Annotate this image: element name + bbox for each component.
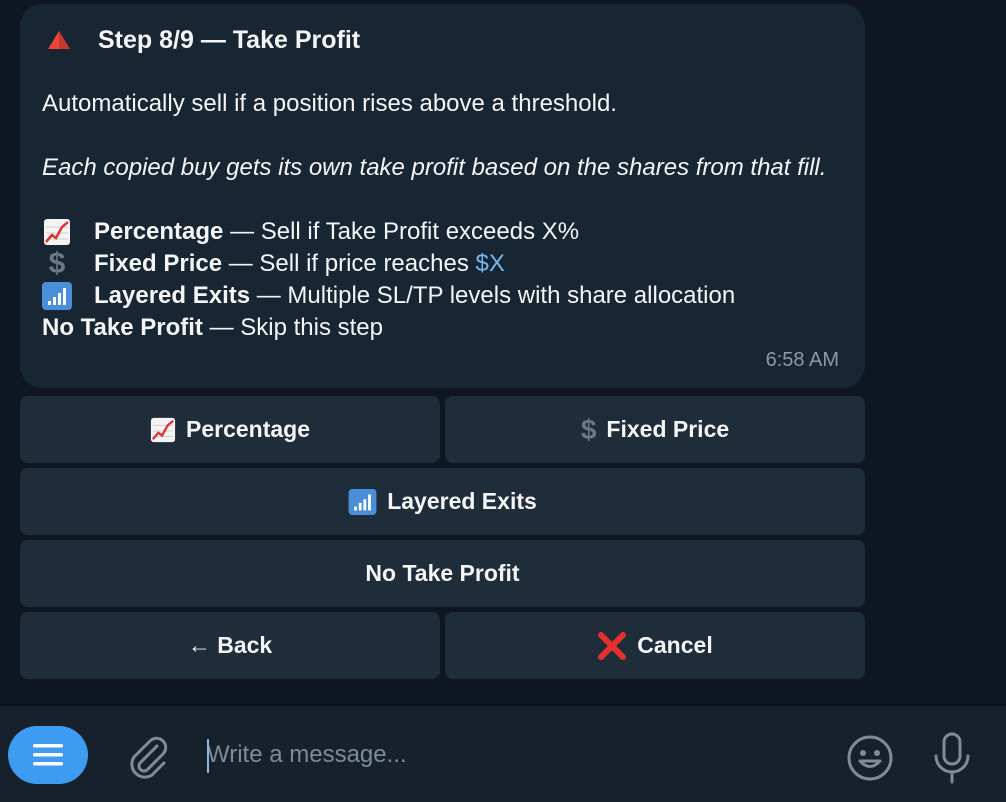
message-time: 6:58 AM <box>765 349 839 371</box>
option-desc: — Sell if Take Profit exceeds X% <box>223 218 580 245</box>
chat-area: Step 8/9 — Take Profit Automatically sel… <box>0 0 1006 704</box>
price-link[interactable]: $X <box>476 248 505 280</box>
layered-exits-button[interactable]: Layered Exits <box>20 468 865 535</box>
microphone-icon[interactable] <box>930 730 974 786</box>
message-description: Automatically sell if a position rises a… <box>42 90 617 117</box>
paperclip-icon[interactable] <box>124 732 172 780</box>
chart-increasing-icon <box>42 217 72 247</box>
fixed-price-button-label: Fixed Price <box>606 416 730 442</box>
cross-mark-icon <box>597 631 627 661</box>
option-percentage: Percentage — Sell if Take Profit exceeds… <box>42 216 843 248</box>
option-desc: — Multiple SL/TP levels with share alloc… <box>250 282 736 309</box>
fixed-price-button[interactable]: $ Fixed Price <box>445 396 865 463</box>
no-take-profit-button[interactable]: No Take Profit <box>20 540 865 607</box>
cancel-button-label: Cancel <box>637 632 713 658</box>
layered-exits-button-label: Layered Exits <box>387 488 537 514</box>
emoji-icon[interactable] <box>846 734 894 782</box>
option-layered-exits: Layered Exits — Multiple SL/TP levels wi… <box>42 280 843 312</box>
text-caret <box>207 739 209 773</box>
message-composer <box>0 704 1006 802</box>
option-name: Percentage <box>94 218 224 245</box>
percentage-button[interactable]: Percentage <box>20 396 440 463</box>
option-desc: — Sell if price reaches <box>222 250 476 277</box>
no-take-profit-button-label: No Take Profit <box>365 560 520 586</box>
option-no-take-profit: No Take Profit — Skip this step <box>42 312 843 344</box>
message-bubble: Step 8/9 — Take Profit Automatically sel… <box>20 4 865 388</box>
back-button-label: ← Back <box>187 632 273 658</box>
dollar-sign-icon: $ <box>48 247 66 280</box>
option-name: No Take Profit <box>42 314 203 341</box>
message-title-row: Step 8/9 — Take Profit <box>42 24 843 56</box>
option-name: Layered Exits <box>94 282 251 309</box>
option-desc: — Skip this step <box>202 314 383 341</box>
dollar-sign-icon: $ <box>580 413 597 445</box>
message-title: Step 8/9 — Take Profit <box>98 25 361 54</box>
red-triangle-icon <box>48 31 70 49</box>
signal-bars-icon <box>348 488 377 515</box>
bot-menu-button[interactable] <box>8 726 88 784</box>
signal-bars-icon <box>42 281 72 311</box>
chart-increasing-icon <box>150 417 176 443</box>
message-input[interactable] <box>207 734 807 776</box>
option-name: Fixed Price <box>94 250 223 277</box>
cancel-button[interactable]: Cancel <box>445 612 865 679</box>
options-list: Percentage — Sell if Take Profit exceeds… <box>42 216 843 344</box>
menu-icon <box>33 744 63 766</box>
percentage-button-label: Percentage <box>185 416 310 442</box>
back-button[interactable]: ← Back <box>20 612 440 679</box>
message-italic-note: Each copied buy gets its own take profit… <box>42 154 827 181</box>
option-fixed-price: $ Fixed Price — Sell if price reaches $X <box>42 248 843 280</box>
